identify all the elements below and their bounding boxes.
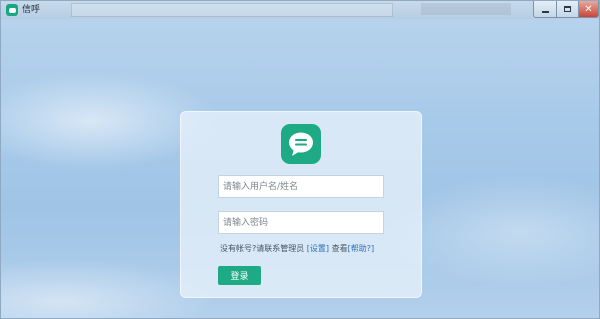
minimize-icon [541,10,549,13]
settings-link[interactable]: [设置] [307,244,329,253]
app-window: 信呼 ✕ 没有帐号?请联系管理员 [设置] 查看[帮助?] 登录 [0,0,600,319]
no-account-text: 没有帐号?请联系管理员 [220,244,305,253]
help-line: 没有帐号?请联系管理员 [设置] 查看[帮助?] [220,243,374,255]
maximize-icon [564,6,571,12]
login-panel: 没有帐号?请联系管理员 [设置] 查看[帮助?] 登录 [180,111,422,298]
title-bar[interactable]: 信呼 [1,1,599,19]
maximize-button[interactable] [556,1,579,18]
minimize-button[interactable] [533,1,557,18]
username-input[interactable] [218,175,384,198]
login-button[interactable]: 登录 [218,266,261,285]
close-icon: ✕ [584,3,593,15]
chat-bubble-icon [289,132,313,156]
window-title: 信呼 [22,5,41,15]
background-window-ghost [421,3,511,15]
close-button[interactable]: ✕ [578,1,599,18]
help-link[interactable]: [帮助?] [348,244,375,253]
app-chat-icon [6,4,18,16]
logo [281,124,321,164]
view-text: 查看 [331,244,348,253]
password-input[interactable] [218,211,384,234]
background-window-ghost [71,3,393,17]
